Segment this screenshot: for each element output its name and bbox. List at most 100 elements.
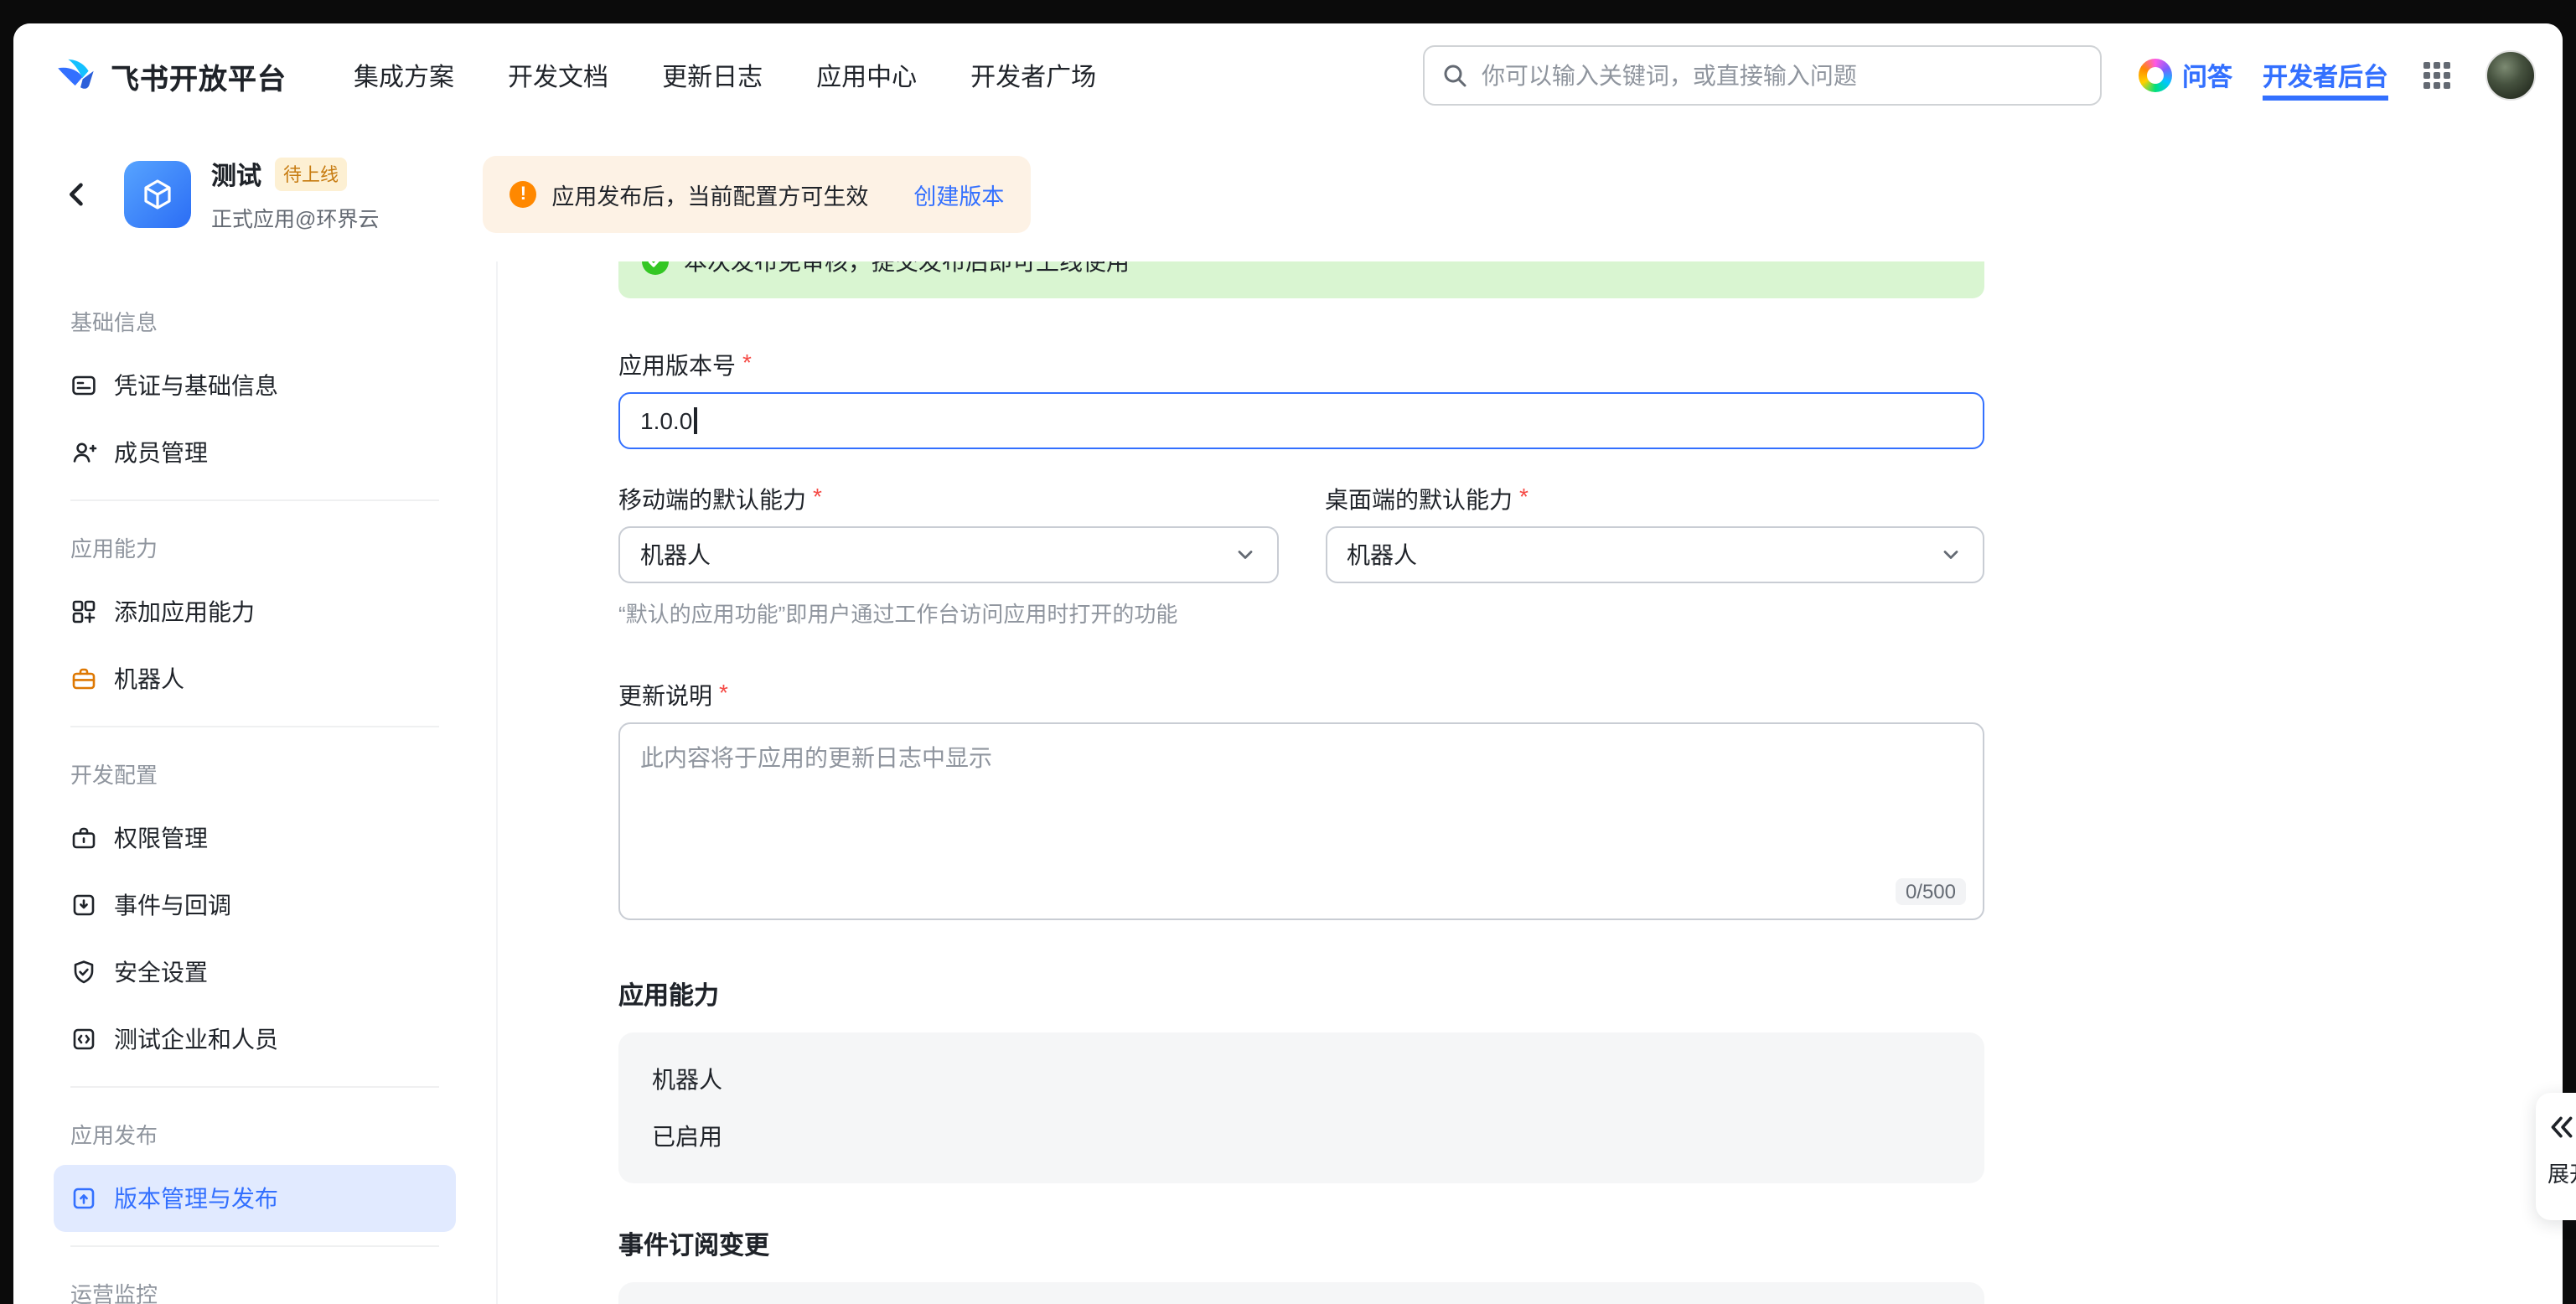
screen: 飞书开放平台 集成方案 开发文档 更新日志 应用中心 开发者广场 [0, 0, 2576, 1304]
nav-developer-plaza[interactable]: 开发者广场 [970, 58, 1096, 93]
nav-changelog[interactable]: 更新日志 [662, 58, 763, 93]
app-context-bar: 测试 待上线 正式应用@环界云 ! 应用发布后，当前配置方可生效 创建版本 [13, 127, 2563, 261]
desktop-capability-value: 机器人 [1347, 538, 1417, 572]
feishu-logo-icon [54, 54, 97, 97]
sidebar-divider [70, 726, 439, 727]
sidebar-item-members[interactable]: 成员管理 [54, 419, 456, 486]
back-button[interactable] [54, 171, 101, 218]
sidebar-item-label: 添加应用能力 [114, 595, 255, 629]
sidebar-item-label: 机器人 [114, 662, 184, 696]
sidebar-item-label: 成员管理 [114, 436, 208, 469]
nav-integration[interactable]: 集成方案 [354, 58, 454, 93]
sidebar-item-credentials[interactable]: 凭证与基础信息 [54, 352, 456, 419]
no-review-banner: 本次发布免审核，提交发布后即可上线使用 [618, 261, 1984, 298]
required-asterisk: * [742, 349, 752, 382]
warning-icon: ! [510, 181, 536, 208]
event-download-icon [70, 892, 97, 918]
event-subscription-heading: 事件订阅变更 [618, 1227, 1984, 1262]
shield-check-icon [70, 959, 97, 986]
no-review-banner-text: 本次发布免审核，提交发布后即可上线使用 [684, 261, 1130, 278]
sidebar-item-security[interactable]: 安全设置 [54, 939, 456, 1006]
sidebar-item-label: 凭证与基础信息 [114, 369, 278, 402]
apps-grid-icon[interactable] [2418, 57, 2455, 94]
mobile-capability-select[interactable]: 机器人 [618, 526, 1278, 583]
status-badge: 待上线 [275, 158, 347, 191]
expand-label: 展开 [2548, 1157, 2576, 1188]
version-input[interactable]: 1.0.0 [618, 392, 1984, 449]
logo-text: 飞书开放平台 [111, 54, 287, 96]
global-search[interactable] [1423, 45, 2102, 106]
sidebar-item-label: 版本管理与发布 [114, 1182, 278, 1215]
desktop-capability-label: 桌面端的默认能力* [1325, 483, 1984, 516]
text-caret [694, 407, 696, 434]
sidebar-section-release: 应用发布 [54, 1101, 496, 1165]
app-capability-heading: 应用能力 [618, 977, 1984, 1012]
sidebar-item-test-org[interactable]: 测试企业和人员 [54, 1006, 456, 1073]
mobile-capability-label: 移动端的默认能力* [618, 483, 1278, 516]
app-icon [124, 161, 191, 228]
search-icon [1441, 62, 1468, 89]
desktop-capability-select[interactable]: 机器人 [1325, 526, 1984, 583]
page-body: 基础信息 凭证与基础信息 成员管理 [13, 261, 2563, 1304]
top-nav: 集成方案 开发文档 更新日志 应用中心 开发者广场 [354, 58, 1096, 93]
sidebar-item-label: 事件与回调 [114, 888, 231, 922]
publish-warning-banner: ! 应用发布后，当前配置方可生效 创建版本 [483, 156, 1031, 233]
developer-console-tab[interactable]: 开发者后台 [2263, 50, 2388, 101]
sidebar-item-version-release[interactable]: 版本管理与发布 [54, 1165, 456, 1232]
mobile-capability-value: 机器人 [640, 538, 711, 572]
update-notes-field: 0/500 [618, 722, 1984, 920]
feishu-logo[interactable]: 飞书开放平台 [54, 54, 287, 97]
chevron-down-icon [1939, 543, 1963, 567]
sidebar-item-add-capability[interactable]: 添加应用能力 [54, 578, 456, 645]
briefcase-icon [70, 825, 97, 851]
event-subscription-box [618, 1282, 1984, 1304]
version-label: 应用版本号* [618, 349, 1984, 382]
user-avatar[interactable] [2485, 50, 2536, 101]
sidebar-divider [70, 1245, 439, 1247]
sidebar-item-label: 测试企业和人员 [114, 1022, 278, 1056]
qa-icon [2139, 59, 2172, 92]
update-notes-label: 更新说明* [618, 679, 1984, 712]
search-input[interactable] [1482, 62, 2083, 89]
chevron-down-icon [1233, 543, 1256, 567]
required-asterisk: * [813, 483, 822, 516]
required-asterisk: * [1519, 483, 1529, 516]
capability-name: 机器人 [652, 1063, 1951, 1096]
sidebar-item-events-callbacks[interactable]: 事件与回调 [54, 872, 456, 939]
user-icon [70, 439, 97, 466]
sidebar-divider [70, 499, 439, 501]
sidebar-section-dev-config: 开发配置 [54, 741, 496, 805]
sidebar-section-ops-monitor: 运营监控 [54, 1260, 496, 1304]
app-subtitle: 正式应用@环界云 [211, 200, 379, 232]
app-window: 飞书开放平台 集成方案 开发文档 更新日志 应用中心 开发者广场 [13, 23, 2563, 1304]
double-chevron-left-icon [2548, 1113, 2576, 1141]
sidebar-item-label: 安全设置 [114, 955, 208, 989]
nav-docs[interactable]: 开发文档 [508, 58, 608, 93]
sidebar-section-basic-info: 基础信息 [54, 288, 496, 352]
sidebar: 基础信息 凭证与基础信息 成员管理 [13, 261, 496, 1304]
qa-entry[interactable]: 问答 [2139, 58, 2232, 93]
main-content: 本次发布免审核，提交发布后即可上线使用 应用版本号* 1.0.0 移动端的默认能… [496, 261, 2563, 1304]
release-form: 本次发布免审核，提交发布后即可上线使用 应用版本号* 1.0.0 移动端的默认能… [618, 261, 1984, 1304]
app-capability-box: 机器人 已启用 [618, 1032, 1984, 1183]
capability-status: 已启用 [652, 1120, 1951, 1153]
code-brackets-icon [70, 1026, 97, 1053]
create-version-link[interactable]: 创建版本 [913, 178, 1004, 211]
header-right-cluster: 问答 开发者后台 [2139, 50, 2536, 101]
sidebar-item-label: 权限管理 [114, 821, 208, 855]
warning-text: 应用发布后，当前配置方可生效 [551, 178, 868, 211]
required-asterisk: * [719, 679, 728, 712]
sidebar-divider [70, 1086, 439, 1088]
sidebar-item-bot[interactable]: 机器人 [54, 645, 456, 712]
update-notes-textarea[interactable] [620, 724, 1983, 918]
top-header: 飞书开放平台 集成方案 开发文档 更新日志 应用中心 开发者广场 [13, 23, 2563, 127]
default-capability-row: 移动端的默认能力* 机器人 桌面端的默认能力* [618, 483, 1984, 583]
char-counter: 0/500 [1896, 878, 1966, 905]
nav-app-center[interactable]: 应用中心 [816, 58, 917, 93]
sidebar-section-capabilities: 应用能力 [54, 515, 496, 578]
success-check-icon [642, 261, 669, 275]
expand-panel-button[interactable]: 展开 [2536, 1093, 2576, 1220]
app-info: 测试 待上线 正式应用@环界云 [211, 157, 379, 232]
sidebar-item-permissions[interactable]: 权限管理 [54, 805, 456, 872]
capability-hint: “默认的应用功能”即用户通过工作台访问应用时打开的功能 [618, 597, 1984, 629]
